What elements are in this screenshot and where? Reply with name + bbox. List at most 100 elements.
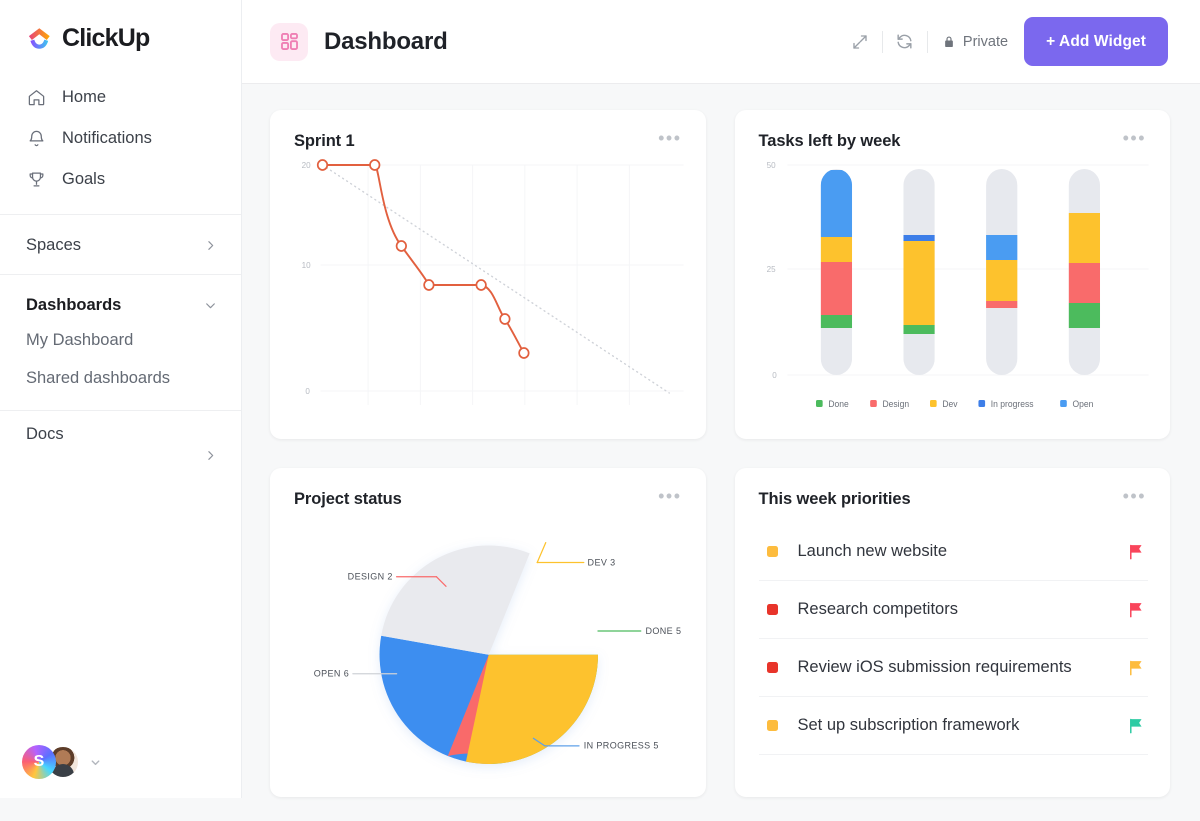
widget-title: Project status	[294, 490, 402, 509]
pie-slice-dev	[466, 655, 598, 764]
widget-menu-button[interactable]: •••	[650, 132, 683, 150]
priority-status-dot	[767, 604, 778, 615]
legend-label-dev: Dev	[942, 399, 958, 409]
pie-slice-open	[381, 545, 529, 654]
legend-label-design: Design	[882, 399, 909, 409]
legend-label-done: Done	[828, 399, 849, 409]
chevron-down-icon[interactable]	[204, 299, 217, 312]
bar-1-dev	[820, 237, 851, 262]
bell-icon	[26, 129, 46, 149]
widget-menu-button[interactable]: •••	[1115, 490, 1148, 508]
y-tick-0: 0	[305, 386, 310, 396]
bar-1-design	[820, 262, 851, 315]
data-point-markers	[318, 160, 529, 358]
widget-menu-button[interactable]: •••	[650, 490, 683, 508]
flag-icon[interactable]	[1129, 602, 1144, 618]
sidebar-item-docs[interactable]: Docs	[0, 425, 241, 462]
primary-nav: Home Notifications Goals	[0, 75, 241, 214]
trophy-icon	[26, 170, 46, 190]
point-3	[397, 241, 407, 251]
main-area: Dashboard Private + Add Widget	[242, 0, 1200, 798]
widget-header: This week priorities •••	[759, 490, 1149, 509]
legend-swatch-done	[816, 400, 823, 407]
lock-icon	[942, 35, 956, 49]
widget-menu-button[interactable]: •••	[1115, 132, 1148, 150]
sidebar-item-shared-dashboards[interactable]: Shared dashboards	[0, 359, 241, 397]
app-root: ClickUp Home Notifications Goals	[0, 0, 1200, 798]
bar-3-open	[986, 235, 1017, 260]
top-bar-actions: Private + Add Widget	[838, 17, 1168, 66]
chart-legend: Done Design Dev In progress Open	[816, 399, 1094, 409]
bar-2	[903, 169, 934, 375]
sidebar-item-my-dashboard[interactable]: My Dashboard	[0, 321, 241, 359]
sidebar-subitem-label: Shared dashboards	[26, 369, 170, 388]
bar-1	[820, 169, 851, 375]
flag-icon[interactable]	[1129, 544, 1144, 560]
sprint-burndown-chart: 20 10 0	[294, 157, 684, 427]
point-1	[318, 160, 328, 170]
chevron-right-icon[interactable]	[204, 449, 217, 462]
point-4	[424, 280, 434, 290]
sidebar-section-label: Docs	[26, 425, 64, 444]
sidebar-item-home[interactable]: Home	[0, 77, 241, 118]
bar-4	[1068, 169, 1099, 375]
tasks-bar-chart: 50 25 0	[759, 157, 1149, 427]
y-axis-ticks: 20 10 0	[302, 160, 311, 396]
privacy-toggle[interactable]: Private	[928, 34, 1024, 50]
point-7	[519, 348, 529, 358]
refresh-icon[interactable]	[883, 20, 927, 64]
widget-sprint-1: Sprint 1 •••	[270, 110, 706, 439]
page-title: Dashboard	[324, 28, 448, 56]
add-widget-button[interactable]: + Add Widget	[1024, 17, 1168, 66]
sidebar-subitem-label: My Dashboard	[26, 331, 133, 350]
brand-logo[interactable]: ClickUp	[0, 0, 241, 75]
widget-tasks-left-by-week: Tasks left by week ••• 50 25 0	[735, 110, 1171, 439]
privacy-label: Private	[963, 34, 1008, 50]
sidebar-item-goals[interactable]: Goals	[0, 159, 241, 200]
sidebar-section-spaces: Spaces	[0, 214, 241, 274]
legend-swatch-open	[1060, 400, 1067, 407]
chevron-right-icon[interactable]	[204, 239, 217, 252]
sidebar-section-docs: Docs	[0, 410, 241, 475]
flag-icon[interactable]	[1129, 718, 1144, 734]
legend-swatch-dev	[930, 400, 937, 407]
list-item[interactable]: Launch new website	[759, 523, 1149, 581]
clickup-logo-icon	[26, 25, 53, 52]
list-item[interactable]: Set up subscription framework	[759, 697, 1149, 755]
sidebar-item-dashboards[interactable]: Dashboards	[0, 289, 241, 321]
bar-3-dev	[986, 260, 1017, 301]
point-5	[476, 280, 486, 290]
y-tick-25: 25	[766, 264, 775, 274]
y-axis-ticks: 50 25 0	[766, 160, 777, 380]
avatar-group[interactable]: S	[22, 745, 80, 779]
point-2	[370, 160, 380, 170]
priority-task-name: Review iOS submission requirements	[798, 658, 1110, 677]
pie-slices	[380, 545, 598, 763]
priority-status-dot	[767, 546, 778, 557]
sidebar-item-notifications[interactable]: Notifications	[0, 118, 241, 159]
list-item[interactable]: Research competitors	[759, 581, 1149, 639]
widget-project-status: Project status •••	[270, 468, 706, 797]
sidebar-section-dashboards: Dashboards My Dashboard Shared dashboard…	[0, 274, 241, 410]
sprint-chart-svg: 20 10 0	[294, 157, 684, 425]
widget-header: Tasks left by week •••	[759, 132, 1149, 151]
flag-icon[interactable]	[1129, 660, 1144, 676]
priority-task-name: Launch new website	[798, 542, 1110, 561]
workspace-avatar[interactable]: S	[22, 745, 56, 779]
list-item[interactable]: Review iOS submission requirements	[759, 639, 1149, 697]
dashboard-grid-icon	[270, 23, 308, 61]
sidebar-item-spaces[interactable]: Spaces	[0, 229, 241, 261]
widget-header: Sprint 1 •••	[294, 132, 684, 151]
sidebar-section-label: Dashboards	[26, 296, 121, 315]
chevron-down-icon[interactable]	[90, 757, 101, 768]
pie-label-dev: DEV 3	[588, 557, 616, 567]
bar-4-done	[1068, 303, 1099, 328]
y-tick-50: 50	[766, 160, 775, 170]
ideal-burndown-line	[323, 165, 670, 393]
bar-1-done	[820, 315, 851, 328]
project-status-pie: DEV 3 DESIGN 2 DONE 5 OPEN 6 IN PROGRESS…	[294, 515, 684, 785]
priority-task-name: Research competitors	[798, 600, 1110, 619]
top-bar: Dashboard Private + Add Widget	[242, 0, 1200, 84]
expand-arrows-icon[interactable]	[838, 20, 882, 64]
sidebar: ClickUp Home Notifications Goals	[0, 0, 242, 798]
